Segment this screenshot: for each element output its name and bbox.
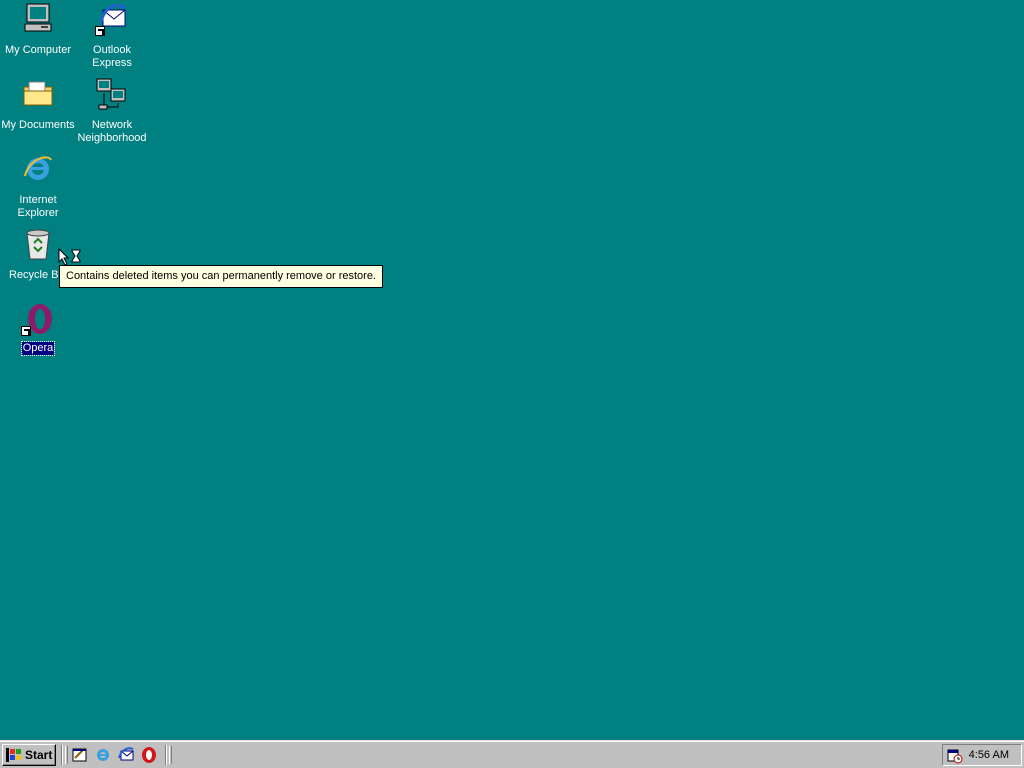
desktop-icon-outlook-express[interactable]: Outlook Express (74, 2, 150, 70)
desktop-icon-label: Opera (20, 341, 56, 356)
outlook-express-icon (95, 2, 129, 36)
taskbar-separator (61, 745, 63, 765)
desktop-icon-my-computer[interactable]: My Computer (0, 2, 76, 57)
internet-explorer-icon (21, 152, 55, 186)
desktop[interactable]: My Computer Outlook Express My Documents (0, 0, 1024, 740)
recycle-bin-icon (21, 227, 55, 261)
taskbar-separator (165, 745, 167, 765)
start-button[interactable]: Start (2, 744, 56, 766)
network-icon (95, 77, 129, 111)
taskbar-grip[interactable] (169, 746, 172, 764)
task-scheduler-icon[interactable] (947, 748, 963, 764)
folder-icon (21, 77, 55, 111)
show-desktop-icon[interactable] (71, 746, 89, 764)
desktop-icon-internet-explorer[interactable]: Internet Explorer (0, 152, 76, 220)
tooltip: Contains deleted items you can permanent… (59, 265, 383, 288)
start-label: Start (25, 748, 53, 762)
desktop-icon-label: Network Neighborhood (77, 119, 147, 144)
desktop-icon-network-neighborhood[interactable]: Network Neighborhood (74, 77, 150, 145)
outlook-express-icon[interactable] (117, 746, 135, 764)
desktop-icon-label: My Documents (1, 119, 75, 131)
opera-icon (21, 302, 55, 336)
internet-explorer-icon[interactable] (94, 746, 112, 764)
computer-icon (21, 2, 55, 36)
desktop-icon-opera[interactable]: Opera (0, 302, 76, 356)
shortcut-arrow-icon (95, 26, 105, 36)
opera-icon[interactable] (140, 746, 158, 764)
system-tray: 4:56 AM (942, 744, 1022, 766)
windows-logo-icon (6, 748, 22, 762)
busy-cursor-icon (58, 248, 81, 266)
desktop-icon-label: My Computer (4, 44, 72, 56)
desktop-icon-label: Internet Explorer (17, 194, 59, 219)
quick-launch-grip[interactable] (65, 746, 68, 764)
taskbar: Start 4:56 AM (0, 740, 1024, 768)
shortcut-arrow-icon (21, 326, 31, 336)
desktop-icon-my-documents[interactable]: My Documents (0, 77, 76, 132)
clock[interactable]: 4:56 AM (969, 749, 1009, 761)
desktop-icon-label: Outlook Express (92, 44, 132, 69)
